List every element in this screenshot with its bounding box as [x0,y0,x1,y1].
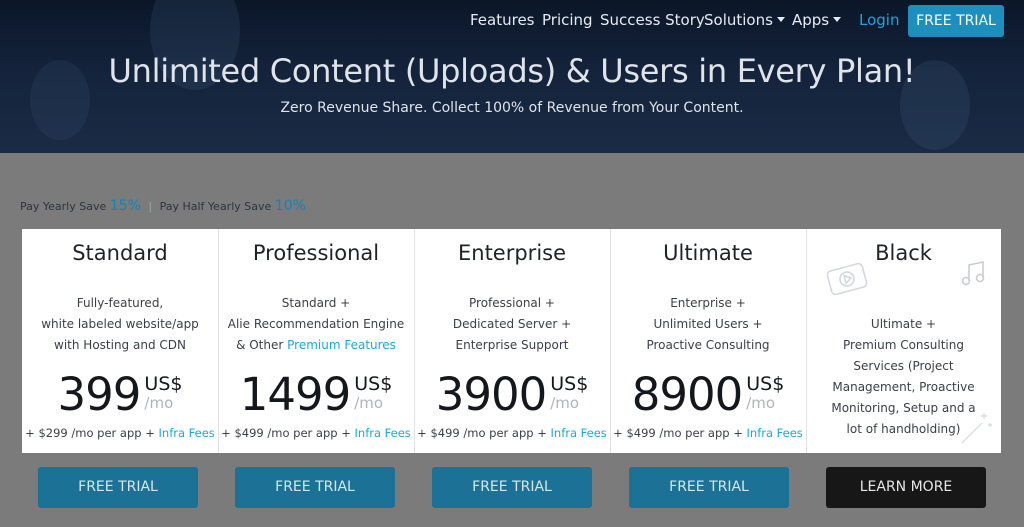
plan-card-enterprise: Enterprise Professional + Dedicated Serv… [414,229,611,453]
pay-half-yearly-label[interactable]: Pay Half Yearly Save [160,200,272,213]
price-period: /mo [354,394,384,412]
nav-apps-label: Apps [792,11,830,29]
plan-desc-line: Management, Proactive [832,380,975,394]
billing-separator: | [148,200,153,213]
plan-description: Ultimate + Premium Consulting Services (… [806,314,1001,440]
plan-fee: + $499 /mo per app + Infra Fees [414,426,610,440]
price-period: /mo [550,394,580,412]
fee-text: + $499 /mo per app + [613,426,747,440]
plan-desc-line: Unlimited Users + [653,317,763,331]
plan-price: 3900 US$/mo [414,371,610,419]
plan-card-ultimate: Ultimate Enterprise + Unlimited Users + … [610,229,807,453]
plan-desc-line: Dedicated Server + [452,317,572,331]
black-learn-more-button[interactable]: LEARN MORE [826,467,986,508]
pay-half-yearly-percent: 10% [274,198,306,214]
page-subtitle: Zero Revenue Share. Collect 100% of Reve… [280,100,744,116]
professional-free-trial-button[interactable]: FREE TRIAL [235,467,395,508]
pricing-cards: Standard Fully-featured, white labeled w… [22,229,1001,453]
plan-name: Black [875,241,932,265]
plan-desc-text: & Other [236,338,288,352]
video-play-icon [826,262,868,296]
hero-banner: Features Pricing Success Story Solutions… [0,0,1024,153]
infra-fees-link[interactable]: Infra Fees [551,426,607,440]
enterprise-free-trial-button[interactable]: FREE TRIAL [432,467,592,508]
price-currency: US$ [144,373,183,395]
price-amount: 1499 [239,368,352,421]
plan-name: Ultimate [663,241,753,265]
plan-desc-line: Fully-featured, [76,296,164,310]
plan-desc-line: Standard + [281,296,351,310]
plan-description: Fully-featured, white labeled website/ap… [22,293,218,356]
price-currency: US$ [354,373,393,395]
plan-fee: + $499 /mo per app + Infra Fees [610,426,806,440]
price-currency: US$ [746,373,785,395]
plan-desc-line: & Other Premium Features [218,335,414,356]
plan-desc-line: lot of handholding) [846,422,961,436]
caret-down-icon [833,17,842,22]
plan-name: Enterprise [457,241,567,265]
plan-description: Professional + Dedicated Server + Enterp… [414,293,610,356]
infra-fees-link[interactable]: Infra Fees [355,426,411,440]
price-amount: 399 [57,368,142,421]
infra-fees-link[interactable]: Infra Fees [159,426,215,440]
plan-description: Enterprise + Unlimited Users + Proactive… [610,293,806,356]
plan-desc-line: Enterprise Support [455,338,569,352]
fee-text: + $299 /mo per app + [25,426,159,440]
ultimate-free-trial-button[interactable]: FREE TRIAL [629,467,789,508]
free-trial-nav-button[interactable]: FREE TRIAL [908,5,1004,37]
plan-desc-line: Services (Project [853,359,954,373]
plan-card-standard: Standard Fully-featured, white labeled w… [22,229,219,453]
plan-desc-line: white labeled website/app [41,317,199,331]
nav-pricing[interactable]: Pricing [542,11,593,29]
pay-yearly-percent: 15% [109,198,141,214]
top-navigation: Features Pricing Success Story Solutions… [0,0,1024,42]
plan-desc-line: Professional + [469,296,555,310]
fee-text: + $499 /mo per app + [221,426,355,440]
plan-fee: + $299 /mo per app + Infra Fees [22,426,218,440]
plan-price: 8900 US$/mo [610,371,806,419]
plan-desc-line: Proactive Consulting [646,338,770,352]
price-amount: 3900 [435,368,548,421]
plan-name: Professional [252,241,380,265]
plan-description: Standard + Alie Recommendation Engine & … [218,293,414,356]
fee-text: + $499 /mo per app + [417,426,551,440]
plan-card-professional: Professional Standard + Alie Recommendat… [218,229,415,453]
plan-fee: + $499 /mo per app + Infra Fees [218,426,414,440]
nav-features[interactable]: Features [470,11,535,29]
infra-fees-link[interactable]: Infra Fees [747,426,803,440]
plan-desc-line: Premium Consulting [843,338,964,352]
standard-free-trial-button[interactable]: FREE TRIAL [38,467,198,508]
pay-yearly-label[interactable]: Pay Yearly Save [20,200,106,213]
nav-solutions[interactable]: Solutions [704,11,785,29]
plan-desc-line: with Hosting and CDN [54,338,186,352]
premium-features-link[interactable]: Premium Features [287,338,396,352]
billing-savings: Pay Yearly Save 15% | Pay Half Yearly Sa… [20,198,306,214]
price-period: /mo [746,394,776,412]
plan-desc-line: Ultimate + [870,317,937,331]
nav-solutions-label: Solutions [704,11,773,29]
page-title: Unlimited Content (Uploads) & Users in E… [108,52,916,90]
caret-down-icon [776,17,785,22]
nav-apps[interactable]: Apps [792,11,842,29]
login-link[interactable]: Login [859,11,899,29]
plan-card-black: Black Ultimate + Premium Consulting Serv… [806,229,1001,453]
plan-desc-line: Enterprise + [670,296,746,310]
plan-name: Standard [72,241,168,265]
plan-price: 399 US$/mo [22,371,218,419]
price-amount: 8900 [631,368,744,421]
price-period: /mo [144,394,174,412]
plan-price: 1499 US$/mo [218,371,414,419]
plan-desc-line: Monitoring, Setup and a [831,401,976,415]
nav-success-story[interactable]: Success Story [600,11,705,29]
price-currency: US$ [550,373,589,395]
plan-desc-line: Alie Recommendation Engine [227,317,405,331]
